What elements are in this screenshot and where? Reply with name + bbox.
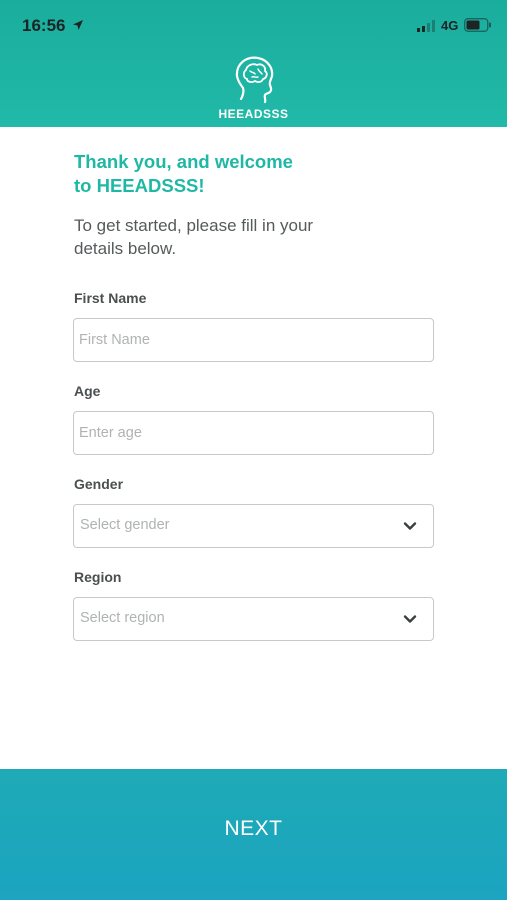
age-field[interactable] xyxy=(73,411,434,455)
welcome-line-2: to HEEADSSS! xyxy=(74,175,205,196)
battery-icon xyxy=(464,18,491,32)
location-arrow-icon xyxy=(73,20,83,30)
first-name-input[interactable] xyxy=(79,319,419,360)
intro-text: To get started, please fill in your deta… xyxy=(74,214,394,260)
region-label: Region xyxy=(74,569,122,585)
welcome-heading: Thank you, and welcome to HEEADSSS! xyxy=(74,150,394,198)
first-name-label: First Name xyxy=(74,290,147,306)
app-header: 16:56 4G HEEADSSS xyxy=(0,0,507,127)
brain-head-icon xyxy=(235,56,274,104)
age-input[interactable] xyxy=(79,412,419,453)
age-label: Age xyxy=(74,383,101,399)
gender-select-placeholder: Select gender xyxy=(80,517,170,533)
network-type: 4G xyxy=(441,18,459,33)
first-name-field[interactable] xyxy=(73,318,434,362)
status-time: 16:56 xyxy=(22,16,66,35)
next-button-label: NEXT xyxy=(224,817,283,840)
region-select[interactable]: Select region xyxy=(73,597,434,641)
region-select-placeholder: Select region xyxy=(80,610,165,626)
gender-select[interactable]: Select gender xyxy=(73,504,434,548)
next-button[interactable]: NEXT xyxy=(0,769,507,900)
intro-line-2: details below. xyxy=(74,239,177,258)
signal-strength-icon xyxy=(417,20,435,32)
intro-line-1: To get started, please fill in your xyxy=(74,216,314,235)
gender-label: Gender xyxy=(74,476,124,492)
welcome-line-1: Thank you, and welcome xyxy=(74,151,293,172)
chevron-down-icon xyxy=(403,615,417,623)
chevron-down-icon xyxy=(403,522,417,530)
status-bar: 16:56 4G xyxy=(0,0,507,54)
brand-name: HEEADSSS xyxy=(218,107,289,121)
